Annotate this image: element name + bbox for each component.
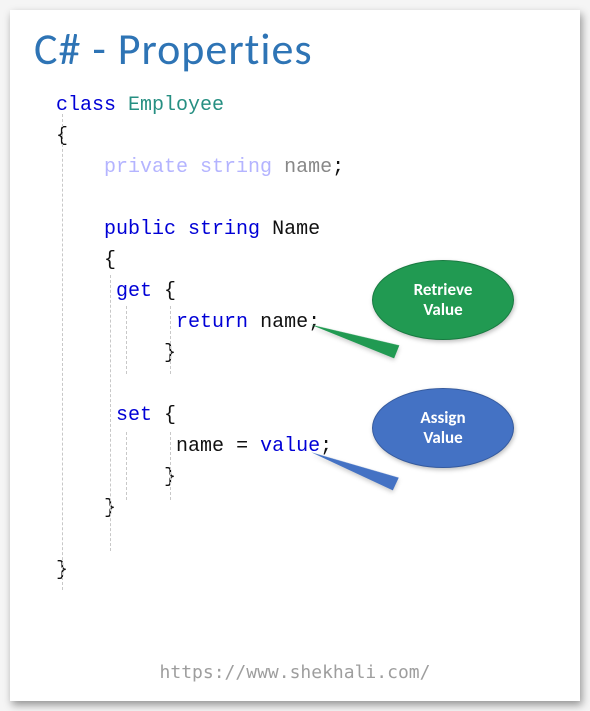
op-eq: = xyxy=(236,435,248,458)
indent-guide-4b xyxy=(170,432,171,500)
id-name-1: name xyxy=(260,311,308,334)
keyword-string-2: string xyxy=(188,218,260,241)
semi: ; xyxy=(332,156,344,179)
callout-retrieve: Retrieve Value xyxy=(372,260,514,340)
callout-text: Retrieve xyxy=(414,280,473,300)
callout-text: Assign xyxy=(420,408,465,428)
document-page: C# - Properties class Employee { private… xyxy=(10,10,580,701)
code-block: class Employee { private string name; pu… xyxy=(10,80,580,701)
keyword-value: value xyxy=(260,435,320,458)
callout-text: Value xyxy=(423,300,462,320)
brace: { xyxy=(164,404,176,427)
indent-guide-2 xyxy=(110,275,111,551)
page-title: C# - Properties xyxy=(10,10,580,80)
id-name-2: name xyxy=(176,435,224,458)
prop-name: Name xyxy=(272,218,320,241)
brace: { xyxy=(164,280,176,303)
indent-guide-3b xyxy=(126,432,127,500)
keyword-public: public xyxy=(104,218,176,241)
keyword-set: set xyxy=(116,404,152,427)
indent-guide-4a xyxy=(170,306,171,374)
keyword-string-1: string xyxy=(200,156,272,179)
keyword-private: private xyxy=(104,156,188,179)
callout-assign: Assign Value xyxy=(372,388,514,468)
type-employee: Employee xyxy=(128,94,224,117)
callout-text: Value xyxy=(423,428,462,448)
brace: { xyxy=(104,249,116,272)
indent-guide-1 xyxy=(62,114,63,590)
keyword-get: get xyxy=(116,280,152,303)
field-name: name xyxy=(284,156,332,179)
keyword-class: class xyxy=(56,94,116,117)
keyword-return: return xyxy=(176,311,248,334)
indent-guide-3a xyxy=(126,306,127,374)
footer-url: https://www.shekhali.com/ xyxy=(10,662,580,683)
